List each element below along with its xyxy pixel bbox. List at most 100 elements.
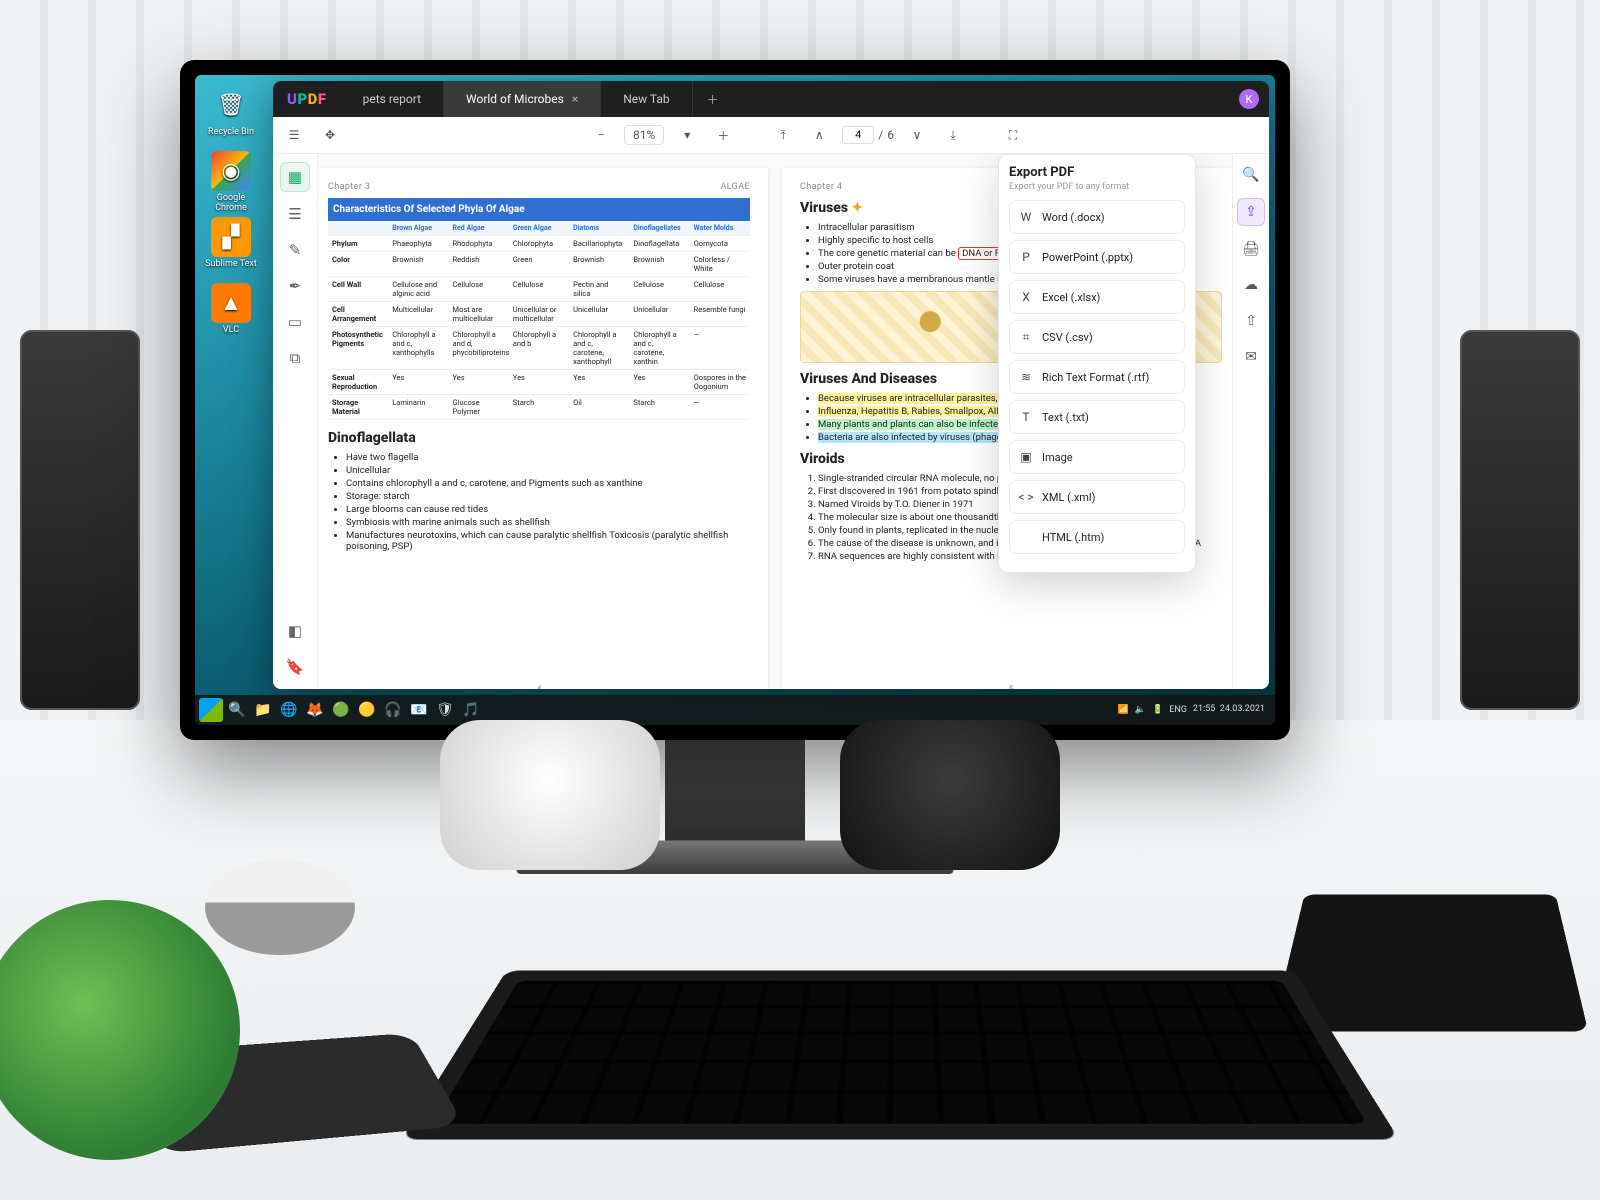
taskbar-app-icon[interactable]: 📁 bbox=[251, 698, 275, 722]
updf-app-window: UPDF pets reportWorld of Microbes×New Ta… bbox=[273, 81, 1269, 689]
taskbar-app-icon[interactable]: 🦊 bbox=[303, 698, 327, 722]
document-tab[interactable]: World of Microbes× bbox=[444, 81, 601, 117]
export-format-option[interactable]: HTML (.htm) bbox=[1009, 520, 1185, 554]
bookmark-icon[interactable]: ☰ bbox=[281, 200, 309, 228]
next-page-icon[interactable]: ∨ bbox=[904, 122, 930, 148]
taskbar-app-icon[interactable]: 🎵 bbox=[459, 698, 483, 722]
right-rail: 🔍 ⇪ 🖨 ☁ ⇧ ✉ bbox=[1232, 154, 1269, 689]
export-icon[interactable]: ⇪ bbox=[1237, 198, 1265, 226]
logo-p: P bbox=[297, 90, 307, 108]
export-format-option[interactable]: ⌗ CSV (.csv) bbox=[1009, 320, 1185, 354]
system-tray[interactable]: 📶 🔈 🔋 ENG 21:55 24.03.2021 bbox=[1118, 705, 1271, 715]
export-format-label: Text (.txt) bbox=[1042, 411, 1089, 424]
search-icon[interactable]: 🔍 bbox=[1238, 162, 1264, 188]
file-type-icon: W bbox=[1018, 209, 1034, 225]
last-page-icon[interactable]: ⤓ bbox=[940, 122, 966, 148]
table-title: Characteristics Of Selected Phyla Of Alg… bbox=[328, 198, 750, 221]
file-type-icon: X bbox=[1018, 289, 1034, 305]
page-indicator: / 6 bbox=[842, 126, 894, 144]
tab-bar: UPDF pets reportWorld of Microbes×New Ta… bbox=[273, 81, 1269, 117]
crop-icon[interactable]: ⧉ bbox=[281, 344, 309, 372]
export-format-option[interactable]: ≋Rich Text Format (.rtf) bbox=[1009, 360, 1185, 394]
taskbar-app-icon[interactable]: 🎧 bbox=[381, 698, 405, 722]
export-format-option[interactable]: W Word (.docx) bbox=[1009, 200, 1185, 234]
prev-page-icon[interactable]: ∧ bbox=[806, 122, 832, 148]
zoom-out-button[interactable]: − bbox=[588, 122, 614, 148]
document-tab[interactable]: pets report bbox=[341, 81, 444, 117]
new-tab-button[interactable]: ＋ bbox=[693, 81, 733, 117]
page-number: 5 bbox=[782, 685, 1232, 689]
desktop-icon[interactable]: 🗑Recycle Bin bbox=[203, 85, 259, 137]
comment-icon[interactable]: ✎ bbox=[281, 236, 309, 264]
list-item: Unicellular bbox=[346, 465, 750, 476]
file-type-icon: ≋ bbox=[1018, 369, 1034, 385]
form-icon[interactable]: ▭ bbox=[281, 308, 309, 336]
file-type-icon: T bbox=[1018, 409, 1034, 425]
tray-battery-icon[interactable]: 🔋 bbox=[1152, 705, 1163, 715]
tray-sound-icon[interactable]: 🔈 bbox=[1135, 705, 1146, 715]
toolbar: ☰ ✥ − 81% ▾ ＋ ⤒ ∧ / 6 ∨ ⤓ bbox=[273, 117, 1269, 154]
mail-icon[interactable]: ✉ bbox=[1238, 344, 1264, 370]
section-heading: Dinoflagellata bbox=[328, 430, 750, 446]
export-format-option[interactable]: ▣ Image bbox=[1009, 440, 1185, 474]
export-format-label: Word (.docx) bbox=[1042, 211, 1105, 224]
page-number: 4 bbox=[318, 685, 768, 689]
algae-table: Characteristics Of Selected Phyla Of Alg… bbox=[328, 198, 750, 420]
export-format-label: HTML (.htm) bbox=[1042, 531, 1104, 544]
export-format-option[interactable]: T Text (.txt) bbox=[1009, 400, 1185, 434]
taskbar-app-icon[interactable]: 🟡 bbox=[355, 698, 379, 722]
tray-clock[interactable]: 21:55 24.03.2021 bbox=[1193, 705, 1265, 715]
zoom-in-button[interactable]: ＋ bbox=[710, 122, 736, 148]
logo-u: U bbox=[287, 90, 297, 108]
taskbar-app-icon[interactable]: 🌐 bbox=[277, 698, 301, 722]
layers-icon[interactable]: ◧ bbox=[281, 617, 309, 645]
file-type-icon: ▣ bbox=[1018, 449, 1034, 465]
chapter-label: Chapter 4 bbox=[800, 182, 842, 192]
taskbar-app-icon[interactable] bbox=[199, 698, 223, 722]
thumbnails-icon[interactable]: ▦ bbox=[280, 162, 310, 192]
cloud-icon[interactable]: ☁ bbox=[1238, 272, 1264, 298]
page-current-input[interactable] bbox=[842, 126, 874, 144]
sidebar-toggle-icon[interactable]: ☰ bbox=[281, 122, 307, 148]
export-format-label: CSV (.csv) bbox=[1042, 331, 1093, 344]
taskbar-app-icon[interactable]: 🛡 bbox=[433, 698, 457, 722]
share-icon[interactable]: ⇧ bbox=[1238, 308, 1264, 334]
export-format-option[interactable]: PPowerPoint (.pptx) bbox=[1009, 240, 1185, 274]
tab-label: pets report bbox=[363, 92, 421, 106]
zoom-dropdown-icon[interactable]: ▾ bbox=[674, 122, 700, 148]
outline-icon[interactable]: 🔖 bbox=[281, 653, 309, 681]
sign-icon[interactable]: ✒ bbox=[281, 272, 309, 300]
file-type-icon: < > bbox=[1018, 489, 1034, 505]
file-type-icon: ⌗ bbox=[1018, 329, 1034, 345]
list-item: Storage: starch bbox=[346, 491, 750, 502]
first-page-icon[interactable]: ⤒ bbox=[770, 122, 796, 148]
logo-d: D bbox=[308, 90, 318, 108]
windows-taskbar[interactable]: 🔍📁🌐🦊🟢🟡🎧📧🛡🎵 📶 🔈 🔋 ENG 21:55 24.03.2021 bbox=[195, 695, 1275, 725]
hand-tool-icon[interactable]: ✥ bbox=[317, 122, 343, 148]
print-icon[interactable]: 🖨 bbox=[1238, 236, 1264, 262]
taskbar-app-icon[interactable]: 🔍 bbox=[225, 698, 249, 722]
document-viewport[interactable]: Chapter 3ALGAE Characteristics Of Select… bbox=[318, 154, 1232, 689]
presentation-icon[interactable]: ⛶ bbox=[1000, 122, 1026, 148]
file-type-icon: P bbox=[1018, 249, 1034, 265]
export-pdf-panel: Export PDF Export your PDF to any format… bbox=[998, 154, 1196, 573]
desktop-icon[interactable]: ▲VLC bbox=[203, 283, 259, 335]
document-tab[interactable]: New Tab bbox=[601, 81, 692, 117]
tray-wifi-icon[interactable]: 📶 bbox=[1118, 705, 1129, 715]
close-tab-icon[interactable]: × bbox=[572, 92, 578, 106]
export-format-option[interactable]: < >XML (.xml) bbox=[1009, 480, 1185, 514]
zoom-level[interactable]: 81% bbox=[624, 125, 664, 145]
export-format-option[interactable]: X Excel (.xlsx) bbox=[1009, 280, 1185, 314]
desktop-icon[interactable]: ▞Sublime Text bbox=[203, 217, 259, 269]
taskbar-app-icon[interactable]: 🟢 bbox=[329, 698, 353, 722]
tab-label: New Tab bbox=[623, 92, 669, 106]
export-format-label: Image bbox=[1042, 451, 1073, 464]
desktop-icon[interactable]: ◉Google Chrome bbox=[203, 151, 259, 213]
tray-lang[interactable]: ENG bbox=[1169, 705, 1187, 715]
list-item: Contains chlorophyll a and c, carotene, … bbox=[346, 478, 750, 489]
list-item: Manufactures neurotoxins, which can caus… bbox=[346, 530, 750, 552]
page-left: Chapter 3ALGAE Characteristics Of Select… bbox=[318, 168, 768, 689]
export-format-label: Excel (.xlsx) bbox=[1042, 291, 1100, 304]
taskbar-app-icon[interactable]: 📧 bbox=[407, 698, 431, 722]
user-avatar[interactable]: K bbox=[1239, 89, 1259, 109]
